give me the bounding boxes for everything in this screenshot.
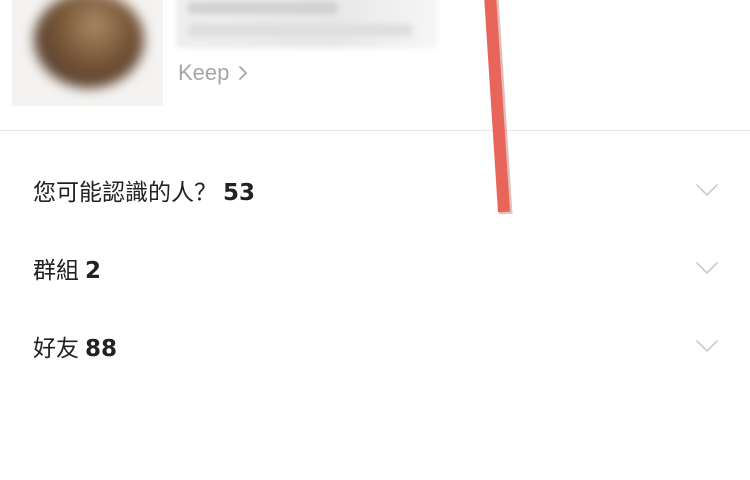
keep-link[interactable]: Keep (178, 59, 248, 87)
avatar-image (34, 0, 144, 88)
profile-name-placeholder (188, 2, 338, 14)
chevron-down-icon[interactable] (696, 183, 718, 197)
profile-name-blurred (176, 0, 438, 48)
keep-label: Keep (178, 60, 230, 85)
friends-page: Keep 您可能認識的人？ 53 群組 2 好友 88 (0, 0, 750, 480)
profile-header: Keep (0, 0, 750, 131)
chevron-down-icon[interactable] (696, 261, 718, 275)
section-count: 88 (85, 336, 118, 362)
chevron-right-icon (239, 66, 248, 80)
section-label: 群組 (33, 258, 79, 284)
section-friends[interactable]: 好友 88 (0, 307, 750, 385)
section-label: 好友 (33, 336, 79, 362)
section-groups[interactable]: 群組 2 (0, 229, 750, 307)
avatar[interactable] (12, 0, 163, 106)
chevron-down-icon[interactable] (696, 339, 718, 353)
section-title: 好友 88 (33, 329, 117, 363)
profile-status-placeholder (188, 24, 413, 36)
section-count: 2 (85, 258, 102, 284)
section-count: 53 (223, 180, 256, 206)
section-label: 您可能認識的人？ (33, 180, 217, 206)
section-title: 您可能認識的人？ 53 (33, 173, 255, 207)
section-people-you-may-know[interactable]: 您可能認識的人？ 53 (0, 151, 750, 229)
section-title: 群組 2 (33, 251, 101, 285)
